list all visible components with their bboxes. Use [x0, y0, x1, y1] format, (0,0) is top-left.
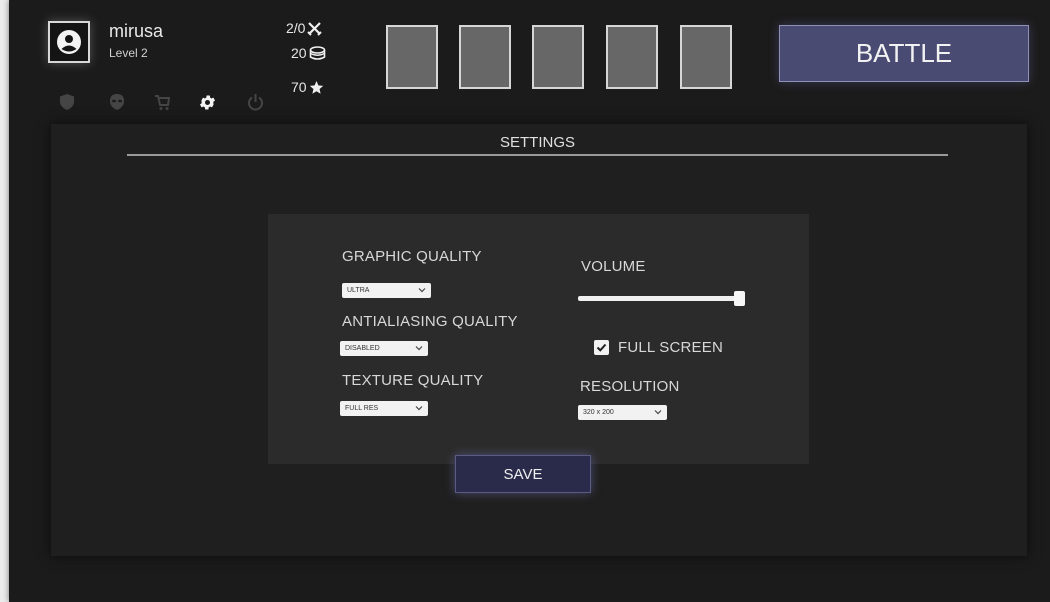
coin-stack-icon [309, 45, 325, 60]
fullscreen-checkbox[interactable] [594, 340, 609, 355]
nav-shield[interactable] [56, 91, 78, 113]
player-name: mirusa [109, 21, 164, 41]
check-icon [596, 343, 607, 352]
wins-losses-value: 2/0 [286, 20, 306, 36]
graphic-quality-dropdown[interactable]: ULTRA [342, 283, 431, 298]
card-slot-5[interactable] [680, 25, 732, 89]
stars-stat: 70 [291, 79, 324, 95]
resolution-value: 320 x 200 [583, 409, 614, 416]
graphic-quality-label: GRAPHIC QUALITY [342, 248, 482, 265]
texture-quality-dropdown[interactable]: FULL RES [340, 401, 428, 416]
card-slot-4[interactable] [606, 25, 658, 89]
crossed-swords-icon [307, 21, 323, 36]
nav-shop[interactable] [151, 91, 173, 113]
resolution-label: RESOLUTION [580, 378, 680, 395]
chevron-down-icon [415, 406, 423, 411]
avatar[interactable] [48, 21, 90, 63]
shield-icon [60, 94, 74, 110]
graphic-quality-value: ULTRA [347, 287, 370, 294]
stars-value: 70 [291, 79, 307, 95]
star-icon [309, 80, 323, 94]
antialiasing-label: ANTIALIASING QUALITY [342, 313, 518, 330]
alien-icon [110, 94, 124, 110]
texture-quality-value: FULL RES [345, 405, 379, 412]
battle-button[interactable]: BATTLE [779, 25, 1029, 82]
chevron-down-icon [415, 346, 423, 351]
volume-label: VOLUME [581, 258, 646, 275]
cart-icon [155, 94, 170, 110]
power-icon [247, 94, 263, 111]
user-icon [57, 30, 81, 54]
resolution-dropdown[interactable]: 320 x 200 [578, 405, 667, 420]
antialiasing-dropdown[interactable]: DISABLED [340, 341, 428, 356]
card-slot-2[interactable] [459, 25, 511, 89]
antialiasing-value: DISABLED [345, 345, 380, 352]
gear-icon [199, 95, 215, 109]
player-level: Level 2 [109, 46, 148, 60]
chevron-down-icon [418, 288, 426, 293]
card-slot-1[interactable] [386, 25, 438, 89]
texture-quality-label: TEXTURE QUALITY [342, 372, 484, 389]
nav-power[interactable] [244, 91, 266, 113]
wins-losses-stat: 2/0 [286, 20, 323, 36]
settings-title: SETTINGS [499, 134, 575, 151]
coins-value: 20 [291, 45, 307, 61]
volume-slider-handle[interactable] [734, 291, 745, 306]
nav-settings[interactable] [196, 91, 218, 113]
volume-slider-track[interactable] [578, 296, 740, 301]
nav-alien[interactable] [106, 91, 128, 113]
title-divider [127, 154, 948, 156]
save-button[interactable]: SAVE [455, 455, 591, 493]
card-slot-3[interactable] [532, 25, 584, 89]
fullscreen-label: FULL SCREEN [618, 339, 724, 356]
coins-stat: 20 [291, 45, 326, 61]
chevron-down-icon [654, 410, 662, 415]
